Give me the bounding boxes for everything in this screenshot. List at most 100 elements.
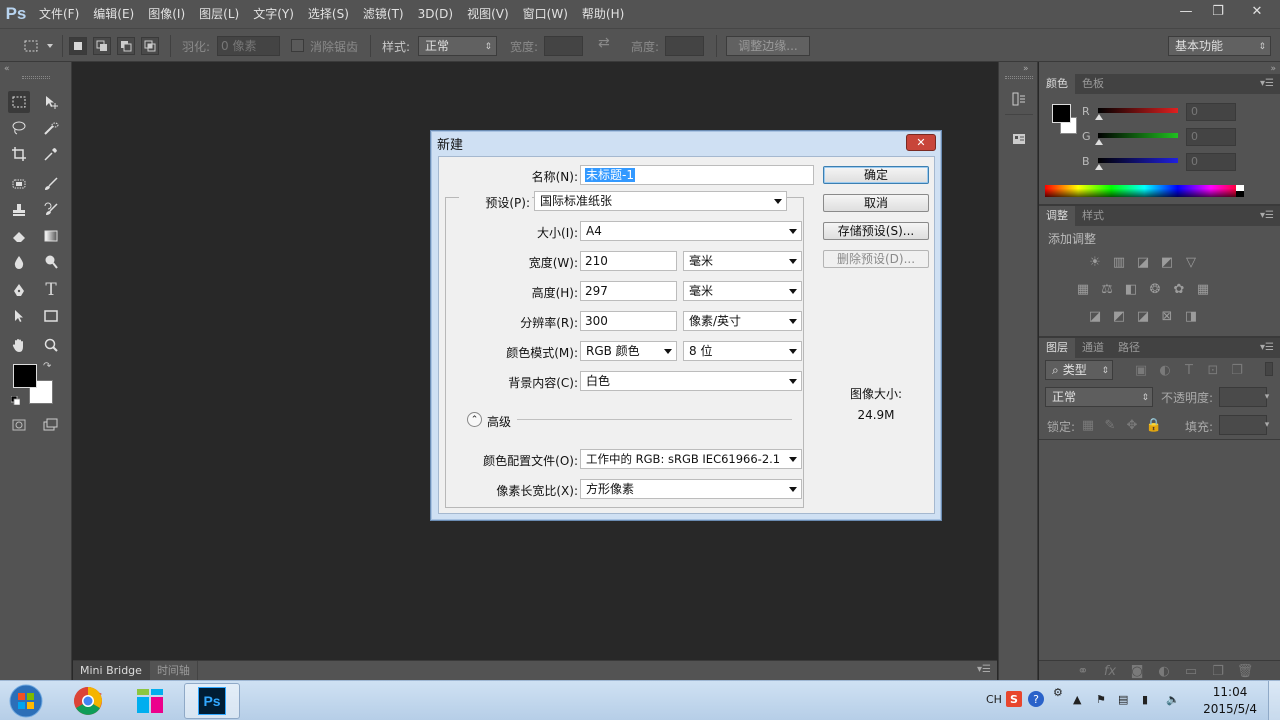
advanced-toggle-icon[interactable]: ⌃	[467, 412, 482, 427]
start-button[interactable]	[6, 683, 46, 719]
height-unit-select[interactable]: 毫米	[683, 281, 802, 301]
crop-tool-icon[interactable]	[8, 143, 30, 165]
selective-color-icon[interactable]: ◨	[1182, 307, 1200, 325]
ok-button[interactable]: 确定	[823, 166, 929, 184]
tab-channels[interactable]: 通道	[1075, 338, 1111, 358]
menu-item-1[interactable]: 编辑(E)	[86, 0, 141, 28]
screen-mode-icon[interactable]	[40, 414, 62, 436]
close-button[interactable]: ✕	[1234, 0, 1280, 22]
style-select[interactable]: 正常 ⇕	[418, 36, 497, 56]
tab-mini-bridge[interactable]: Mini Bridge	[73, 661, 150, 680]
blur-tool-icon[interactable]	[8, 251, 30, 273]
sogou-ime-icon[interactable]: S	[1006, 691, 1022, 707]
posterize-icon[interactable]: ◩	[1110, 307, 1128, 325]
swap-icon[interactable]: ⇄	[598, 35, 610, 51]
intersect-selection-icon[interactable]	[141, 37, 159, 55]
new-group-icon[interactable]: ▭	[1182, 662, 1200, 680]
action-center-icon[interactable]: ⚑	[1096, 693, 1106, 706]
show-hidden-icons[interactable]: ▲	[1073, 693, 1081, 706]
show-desktop-button[interactable]	[1268, 681, 1280, 720]
menu-item-9[interactable]: 窗口(W)	[516, 0, 575, 28]
foreground-color-swatch[interactable]	[13, 364, 37, 388]
eraser-tool-icon[interactable]	[8, 225, 30, 247]
layer-filter-select[interactable]: ⌕ 类型 ⇕	[1045, 360, 1113, 380]
channel-g-slider[interactable]	[1098, 133, 1178, 138]
bit-depth-select[interactable]: 8 位	[683, 341, 802, 361]
feather-input[interactable]: 0 像素	[217, 36, 280, 56]
dodge-tool-icon[interactable]	[40, 251, 62, 273]
preset-dropdown-icon[interactable]	[47, 44, 53, 48]
workspace-select[interactable]: 基本功能 ⇕	[1168, 36, 1271, 56]
menu-item-4[interactable]: 文字(Y)	[246, 0, 301, 28]
tab-paths[interactable]: 路径	[1111, 338, 1147, 358]
taskbar-media-app[interactable]	[122, 683, 178, 719]
channel-r-value[interactable]: 0	[1186, 103, 1236, 121]
blend-mode-select[interactable]: 正常 ⇕	[1045, 387, 1153, 407]
delete-layer-icon[interactable]: 🗑	[1236, 662, 1254, 680]
expand-icon[interactable]: »	[1023, 64, 1029, 74]
help-icon[interactable]: ?	[1028, 691, 1044, 707]
vibrance-icon[interactable]: ▽	[1182, 253, 1200, 271]
resolution-unit-select[interactable]: 像素/英寸	[683, 311, 802, 331]
brush-tool-icon[interactable]	[40, 173, 62, 195]
slider-handle-icon[interactable]	[1095, 164, 1103, 170]
channel-r-slider[interactable]	[1098, 108, 1178, 113]
panel-menu-icon[interactable]: ▾☰	[1260, 342, 1274, 353]
menu-item-7[interactable]: 3D(D)	[411, 0, 460, 28]
lock-transparent-icon[interactable]: ▦	[1079, 416, 1097, 434]
width-input[interactable]	[544, 36, 583, 56]
language-indicator[interactable]: CH	[986, 693, 1002, 706]
marquee-preset-icon[interactable]	[20, 35, 42, 57]
channel-b-value[interactable]: 0	[1186, 153, 1236, 171]
slider-handle-icon[interactable]	[1095, 139, 1103, 145]
new-fill-layer-icon[interactable]: ◐	[1155, 662, 1173, 680]
lasso-tool-icon[interactable]	[8, 117, 30, 139]
history-panel-icon[interactable]	[1008, 88, 1030, 110]
tab-color[interactable]: 颜色	[1039, 74, 1075, 94]
power-icon[interactable]: ▤	[1118, 693, 1128, 706]
size-select[interactable]: A4	[580, 221, 802, 241]
menu-item-5[interactable]: 选择(S)	[301, 0, 356, 28]
subtract-selection-icon[interactable]	[117, 37, 135, 55]
taskbar-photoshop[interactable]: Ps	[184, 683, 240, 719]
collapse-icon[interactable]: »	[1270, 64, 1276, 74]
exposure-icon[interactable]: ◩	[1158, 253, 1176, 271]
filter-shape-icon[interactable]: ⊡	[1204, 361, 1222, 379]
channel-g-value[interactable]: 0	[1186, 128, 1236, 146]
taskbar-chrome[interactable]	[60, 683, 116, 719]
channel-mixer-icon[interactable]: ✿	[1170, 280, 1188, 298]
add-mask-icon[interactable]: ◙	[1128, 662, 1146, 680]
chevron-down-icon[interactable]: ▾	[1260, 387, 1274, 407]
color-balance-icon[interactable]: ⚖	[1098, 280, 1116, 298]
black-white-icon[interactable]: ◧	[1122, 280, 1140, 298]
delete-preset-button[interactable]: 删除预设(D)...	[823, 250, 929, 268]
fx-icon[interactable]: fx	[1101, 662, 1119, 680]
height-input[interactable]	[665, 36, 704, 56]
path-selection-tool-icon[interactable]	[8, 305, 30, 327]
aspect-select[interactable]: 方形像素	[580, 479, 802, 499]
gradient-map-icon[interactable]: ⊠	[1158, 307, 1176, 325]
panel-menu-icon[interactable]: ▾☰	[1260, 78, 1274, 89]
color-mode-select[interactable]: RGB 颜色	[580, 341, 677, 361]
photo-filter-icon[interactable]: ❂	[1146, 280, 1164, 298]
panel-menu-icon[interactable]: ▾☰	[977, 664, 991, 675]
tab-styles[interactable]: 样式	[1075, 206, 1111, 226]
collapse-icon[interactable]: «	[4, 64, 10, 74]
name-input[interactable]: 未标题-1	[580, 165, 814, 185]
tab-layers[interactable]: 图层	[1039, 338, 1075, 358]
resolution-input[interactable]: 300	[580, 311, 677, 331]
spot-healing-tool-icon[interactable]	[8, 173, 30, 195]
menu-item-6[interactable]: 滤镜(T)	[356, 0, 411, 28]
rect-marquee-tool-icon[interactable]	[8, 91, 30, 113]
menu-item-8[interactable]: 视图(V)	[460, 0, 516, 28]
volume-icon[interactable]: 🔈	[1166, 693, 1180, 706]
lock-all-icon[interactable]: 🔒	[1145, 416, 1163, 434]
channel-b-slider[interactable]	[1098, 158, 1178, 163]
fg-color-swatch[interactable]	[1052, 104, 1071, 123]
color-spectrum-bar[interactable]	[1045, 185, 1244, 197]
chevron-down-icon[interactable]: ▾	[1260, 415, 1274, 435]
move-tool-icon[interactable]	[40, 91, 62, 113]
link-layers-icon[interactable]: ⚭	[1074, 662, 1092, 680]
filter-smart-icon[interactable]: ❐	[1228, 361, 1246, 379]
dialog-close-button[interactable]: ✕	[906, 134, 936, 151]
